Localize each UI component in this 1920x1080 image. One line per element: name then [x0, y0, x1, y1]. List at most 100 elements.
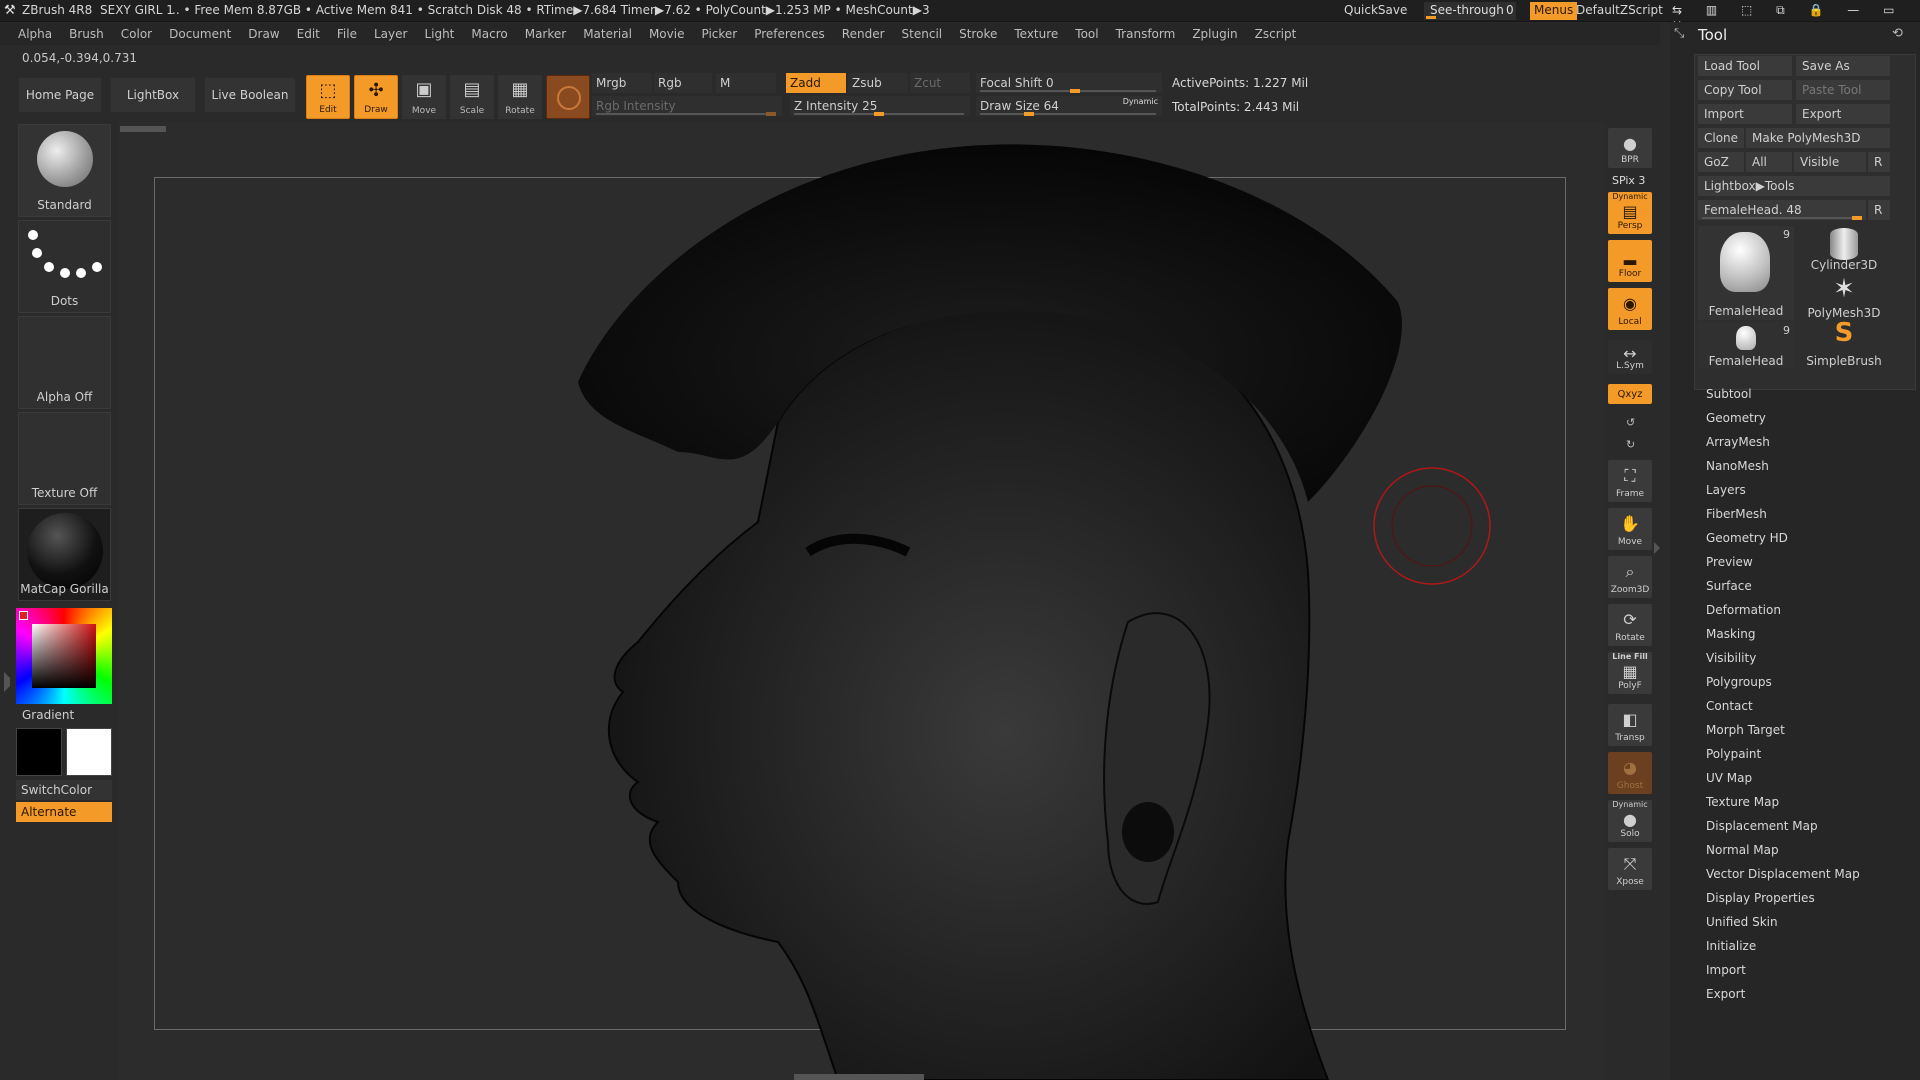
goz-r-button[interactable]: R [1868, 152, 1890, 172]
solo-button[interactable]: Dynamic ● Solo [1608, 800, 1652, 842]
menu-render[interactable]: Render [842, 27, 885, 41]
menu-document[interactable]: Document [169, 27, 231, 41]
home-page-button[interactable]: Home Page [18, 77, 102, 113]
document-canvas[interactable] [118, 122, 1604, 1080]
tool-menu-geometry-hd[interactable]: Geometry HD [1706, 526, 1860, 550]
tool-menu-unified-skin[interactable]: Unified Skin [1706, 910, 1860, 934]
menu-picker[interactable]: Picker [701, 27, 737, 41]
sculpt-viewport[interactable] [118, 122, 1604, 1080]
save-as-button[interactable]: Save As [1796, 56, 1890, 76]
tool-menu-polygroups[interactable]: Polygroups [1706, 670, 1860, 694]
lightbox-button[interactable]: LightBox [110, 77, 196, 113]
rotate-view-button[interactable]: ⟳ Rotate [1608, 604, 1652, 646]
frame-button[interactable]: ⛶ Frame [1608, 460, 1652, 502]
tool-menu-fibermesh[interactable]: FiberMesh [1706, 502, 1860, 526]
import-button[interactable]: Import [1698, 104, 1792, 124]
menu-layer[interactable]: Layer [374, 27, 407, 41]
menu-stroke[interactable]: Stroke [959, 27, 997, 41]
menu-marker[interactable]: Marker [525, 27, 566, 41]
paste-tool-button[interactable]: Paste Tool [1796, 80, 1890, 100]
rgb-toggle[interactable]: Rgb [654, 73, 712, 93]
move-view-button[interactable]: ✋ Move [1608, 508, 1652, 550]
palette-pin-icon[interactable]: ⤡ [1674, 26, 1684, 41]
current-tool-slider[interactable]: FemaleHead. 48 [1698, 200, 1866, 220]
default-zscript-button[interactable]: DefaultZScript [1576, 3, 1663, 17]
secondary-color-swatch[interactable] [66, 728, 112, 776]
goz-visible-button[interactable]: Visible [1794, 152, 1866, 172]
lsym-button[interactable]: ↔ L.Sym [1608, 340, 1652, 374]
lightbox-tools-button[interactable]: Lightbox▶Tools [1698, 176, 1890, 196]
make-polymesh-button[interactable]: Make PolyMesh3D [1746, 128, 1890, 148]
xpose-button[interactable]: ⤧ Xpose [1608, 848, 1652, 890]
tool-menu-subtool[interactable]: Subtool [1706, 382, 1860, 406]
draw-size-slider[interactable]: Draw Size 64 Dynamic [976, 96, 1162, 116]
goz-button[interactable]: GoZ [1698, 152, 1744, 172]
goz-all-button[interactable]: All [1746, 152, 1792, 172]
tool-menu-texture-map[interactable]: Texture Map [1706, 790, 1860, 814]
menu-texture[interactable]: Texture [1014, 27, 1058, 41]
menu-draw[interactable]: Draw [248, 27, 279, 41]
tool-menu-uv-map[interactable]: UV Map [1706, 766, 1860, 790]
tool-thumb-femalehead-2[interactable]: 9 FemaleHead [1698, 322, 1794, 368]
local-button[interactable]: ◉ Local [1608, 288, 1652, 330]
menu-material[interactable]: Material [583, 27, 632, 41]
copy-tool-button[interactable]: Copy Tool [1698, 80, 1792, 100]
color-picker-swatch[interactable] [546, 75, 590, 119]
tool-menu-contact[interactable]: Contact [1706, 694, 1860, 718]
tool-menu-nanomesh[interactable]: NanoMesh [1706, 454, 1860, 478]
zsub-toggle[interactable]: Zsub [848, 73, 908, 93]
menus-toggle[interactable]: Menus [1530, 2, 1578, 20]
tool-r-button[interactable]: R [1868, 200, 1890, 220]
menu-tool[interactable]: Tool [1075, 27, 1098, 41]
tool-menu-arraymesh[interactable]: ArrayMesh [1706, 430, 1860, 454]
tool-menu-export[interactable]: Export [1706, 982, 1860, 1006]
menu-brush[interactable]: Brush [69, 27, 104, 41]
color-picker[interactable] [16, 608, 112, 704]
tool-menu-preview[interactable]: Preview [1706, 550, 1860, 574]
switchcolor-button[interactable]: SwitchColor [16, 780, 112, 800]
m-toggle[interactable]: M [716, 73, 776, 93]
tool-menu-masking[interactable]: Masking [1706, 622, 1860, 646]
zoom3d-button[interactable]: ⌕ Zoom3D [1608, 556, 1652, 598]
ghost-button[interactable]: ◕ Ghost [1608, 752, 1652, 794]
menu-file[interactable]: File [337, 27, 357, 41]
brush-selector[interactable]: Standard [18, 124, 111, 217]
tool-menu-vector-displacement-map[interactable]: Vector Displacement Map [1706, 862, 1860, 886]
menu-movie[interactable]: Movie [649, 27, 685, 41]
persp-button[interactable]: Dynamic ▤ Persp [1608, 192, 1652, 234]
alternate-toggle[interactable]: Alternate [16, 802, 112, 822]
move-button[interactable]: ▣ Move [402, 75, 446, 119]
spix-slider[interactable]: SPix 3 [1612, 174, 1645, 187]
tool-thumb-cylinder3d[interactable]: Cylinder3D [1796, 226, 1892, 272]
primary-color-swatch[interactable] [16, 728, 62, 776]
menu-alpha[interactable]: Alpha [18, 27, 52, 41]
menu-light[interactable]: Light [424, 27, 454, 41]
see-through-slider[interactable]: See-through 0 [1424, 2, 1516, 20]
menu-transform[interactable]: Transform [1116, 27, 1176, 41]
palette-reset-icon[interactable]: ⟲ [1892, 26, 1903, 41]
tool-menu-polypaint[interactable]: Polypaint [1706, 742, 1860, 766]
texture-selector[interactable]: Texture Off [18, 412, 111, 505]
stroke-selector[interactable]: Dots [18, 220, 111, 313]
edit-button[interactable]: ⬚ Edit [306, 75, 350, 119]
rotate-button[interactable]: ▦ Rotate [498, 75, 542, 119]
floor-button[interactable]: ▂ Floor [1608, 240, 1652, 282]
menu-zscript[interactable]: Zscript [1255, 27, 1297, 41]
menu-macro[interactable]: Macro [471, 27, 507, 41]
menu-stencil[interactable]: Stencil [902, 27, 943, 41]
material-selector[interactable]: MatCap Gorilla [18, 508, 111, 601]
z-intensity-slider[interactable]: Z Intensity 25 [790, 96, 970, 116]
tool-menu-morph-target[interactable]: Morph Target [1706, 718, 1860, 742]
bpr-button[interactable]: ● BPR [1608, 128, 1652, 168]
clone-button[interactable]: Clone [1698, 128, 1744, 148]
tool-menu-display-properties[interactable]: Display Properties [1706, 886, 1860, 910]
live-boolean-button[interactable]: Live Boolean [204, 77, 296, 113]
menu-color[interactable]: Color [121, 27, 152, 41]
export-button[interactable]: Export [1796, 104, 1890, 124]
menu-zplugin[interactable]: Zplugin [1192, 27, 1237, 41]
zadd-toggle[interactable]: Zadd [786, 73, 846, 93]
tool-menu-deformation[interactable]: Deformation [1706, 598, 1860, 622]
tool-menu-import[interactable]: Import [1706, 958, 1860, 982]
zcut-toggle[interactable]: Zcut [910, 73, 970, 93]
menu-edit[interactable]: Edit [297, 27, 320, 41]
